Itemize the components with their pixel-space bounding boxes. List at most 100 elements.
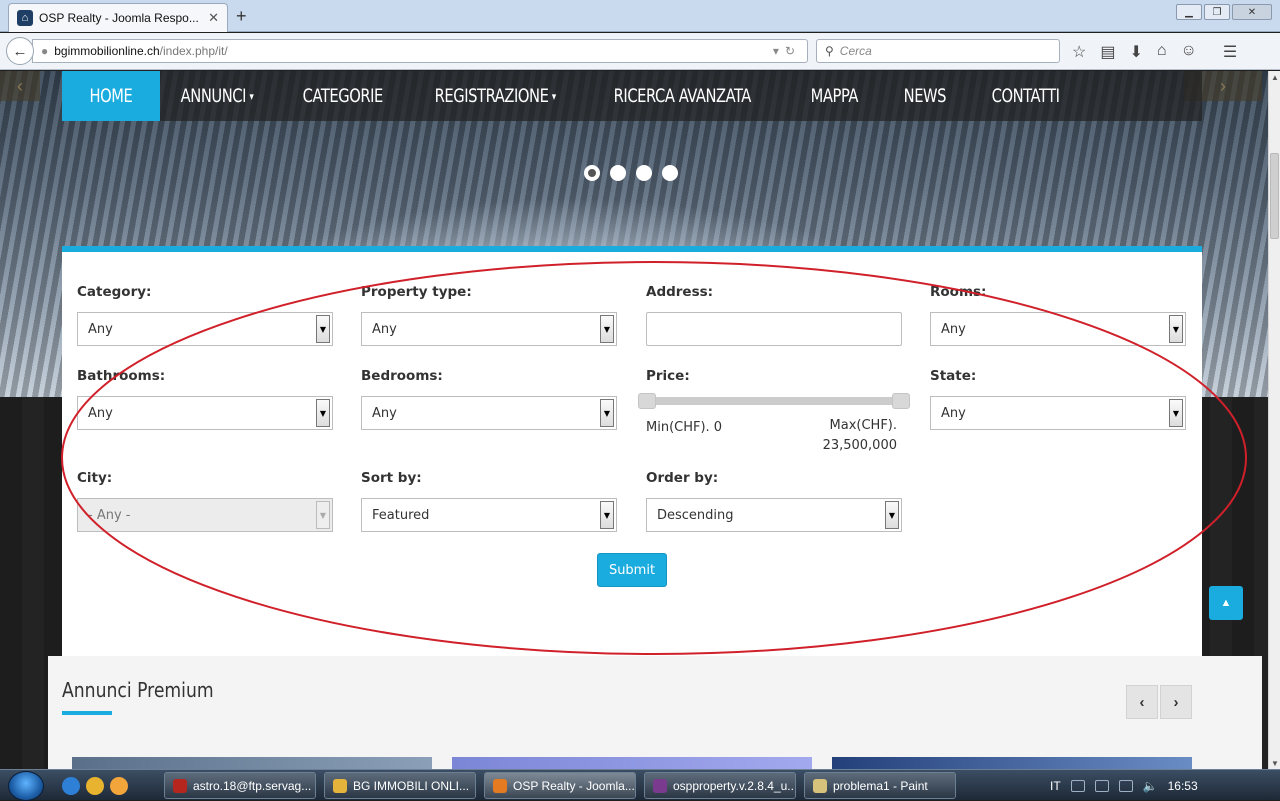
browser-tab[interactable]: ⌂ OSP Realty - Joomla Respo... ✕: [8, 3, 228, 32]
bedrooms-select[interactable]: Any ▼: [361, 396, 617, 430]
search-panel: Category: Any ▼ Property type: Any ▼ Add…: [62, 246, 1202, 656]
menu-item-news[interactable]: NEWS: [883, 71, 967, 121]
taskbar: astro.18@ftp.servag... BG IMMOBILI ONLI.…: [0, 769, 1280, 801]
listing-thumbnail[interactable]: [832, 757, 1192, 769]
taskbar-item-chrome[interactable]: BG IMMOBILI ONLI...: [324, 772, 476, 799]
menu-item-annunci[interactable]: ANNUNCI ▾: [160, 71, 274, 121]
chevron-down-icon: ▼: [600, 315, 614, 343]
city-select: - Any - ▼: [77, 498, 333, 532]
language-indicator[interactable]: IT: [1050, 779, 1061, 793]
price-slider-max-handle[interactable]: [892, 393, 910, 409]
property-type-select[interactable]: Any ▼: [361, 312, 617, 346]
menu-item-categorie[interactable]: CATEGORIE: [282, 71, 404, 121]
carousel-next-button[interactable]: ›: [1160, 685, 1192, 719]
taskbar-item-firefox[interactable]: OSP Realty - Joomla...: [484, 772, 636, 799]
new-tab-icon[interactable]: +: [236, 6, 247, 27]
ie-icon[interactable]: [62, 777, 80, 795]
site-favicon-icon: ⌂: [17, 10, 33, 26]
submit-button[interactable]: Submit: [597, 553, 667, 587]
chevron-down-icon: ▼: [1169, 399, 1183, 427]
chat-icon[interactable]: ☺: [1181, 42, 1197, 62]
main-menu: HOME ANNUNCI ▾ CATEGORIE REGISTRAZIONE ▾ R…: [62, 71, 1202, 121]
globe-icon: ●: [41, 44, 49, 58]
chevron-down-icon: ▼: [885, 501, 899, 529]
category-label: Category:: [77, 284, 152, 300]
tray-app-icon[interactable]: [1094, 779, 1109, 792]
price-slider-track[interactable]: [638, 397, 902, 405]
order-by-label: Order by:: [646, 470, 719, 486]
volume-icon[interactable]: 🔈: [1143, 779, 1158, 793]
bookmark-star-icon[interactable]: ☆: [1072, 42, 1086, 62]
chevron-down-icon: ▼: [316, 315, 330, 343]
scroll-to-top-button[interactable]: ▲: [1209, 586, 1243, 620]
state-select[interactable]: Any ▼: [930, 396, 1186, 430]
rooms-select[interactable]: Any ▼: [930, 312, 1186, 346]
bedrooms-label: Bedrooms:: [361, 368, 443, 384]
close-tab-icon[interactable]: ✕: [208, 10, 219, 26]
price-max-text: Max(CHF). 23,500,000: [822, 418, 897, 453]
restore-icon[interactable]: ❐: [1204, 4, 1230, 20]
scrollbar-thumb[interactable]: [1270, 153, 1279, 239]
menu-item-ricerca-avanzata[interactable]: RICERCA AVANZATA: [593, 71, 772, 121]
sort-by-select[interactable]: Featured ▼: [361, 498, 617, 532]
slider-dot[interactable]: [610, 165, 626, 181]
section-underline: [62, 711, 112, 715]
slider-dot[interactable]: [662, 165, 678, 181]
browser-tab-bar: ⌂ OSP Realty - Joomla Respo... ✕ + ▁ ❐ ✕: [0, 0, 1280, 32]
chevron-down-icon: ▼: [600, 399, 614, 427]
menu-icon[interactable]: ☰: [1223, 42, 1237, 62]
sort-by-label: Sort by:: [361, 470, 422, 486]
home-icon[interactable]: ⌂: [1157, 42, 1167, 62]
price-min-text: Min(CHF). 0: [646, 420, 723, 435]
menu-item-mappa[interactable]: MAPPA: [790, 71, 879, 121]
menu-item-registrazione[interactable]: REGISTRAZIONE ▾: [414, 71, 576, 121]
firefox-icon[interactable]: [110, 777, 128, 795]
chrome-icon[interactable]: [86, 777, 104, 795]
city-label: City:: [77, 470, 113, 486]
slider-dot[interactable]: [636, 165, 652, 181]
taskbar-item-paint[interactable]: problema1 - Paint: [804, 772, 956, 799]
clock[interactable]: 16:53: [1168, 779, 1198, 793]
search-input[interactable]: ⚲ Cerca: [816, 39, 1060, 63]
url-tools-icon[interactable]: ▾↻: [773, 44, 801, 58]
reading-list-icon[interactable]: ▤: [1100, 42, 1115, 62]
url-bar[interactable]: ● bgimmobilionline.ch/index.php/it/ ▾↻: [32, 39, 808, 63]
address-label: Address:: [646, 284, 714, 300]
taskbar-item-filezilla[interactable]: astro.18@ftp.servag...: [164, 772, 316, 799]
taskbar-item-winrar[interactable]: ospproperty.v.2.8.4_u...: [644, 772, 796, 799]
keyboard-icon[interactable]: [1070, 779, 1085, 792]
system-tray: IT 🔈 16:53: [1050, 770, 1198, 801]
scroll-down-icon[interactable]: ▼: [1269, 757, 1280, 769]
archive-icon: [653, 778, 667, 793]
web-page: ‹ › HOME ANNUNCI ▾ CATEGORIE REGISTRAZION…: [0, 71, 1268, 769]
category-select[interactable]: Any ▼: [77, 312, 333, 346]
slider-prev-button[interactable]: ‹: [0, 71, 40, 101]
menu-item-home[interactable]: HOME: [62, 71, 160, 121]
listing-thumbnail[interactable]: [72, 757, 432, 769]
address-input[interactable]: [646, 312, 902, 346]
network-icon[interactable]: [1118, 779, 1133, 792]
download-icon[interactable]: ⬇: [1129, 42, 1142, 62]
slider-dots: [584, 165, 678, 181]
price-slider-min-handle[interactable]: [638, 393, 656, 409]
rooms-label: Rooms:: [930, 284, 987, 300]
search-icon: ⚲: [825, 44, 834, 58]
bathrooms-select[interactable]: Any ▼: [77, 396, 333, 430]
back-button[interactable]: ←: [6, 37, 34, 65]
minimize-icon[interactable]: ▁: [1176, 4, 1202, 20]
search-placeholder: Cerca: [839, 44, 872, 58]
carousel-prev-button[interactable]: ‹: [1126, 685, 1158, 719]
order-by-select[interactable]: Descending ▼: [646, 498, 902, 532]
premium-section: Annunci Premium ‹ ›: [48, 656, 1262, 769]
close-window-icon[interactable]: ✕: [1232, 4, 1272, 20]
vertical-scrollbar[interactable]: ▲ ▼: [1268, 71, 1280, 769]
state-label: State:: [930, 368, 977, 384]
url-host: bgimmobilionline.ch: [54, 44, 160, 58]
slider-dot[interactable]: [584, 165, 600, 181]
listing-thumbnail[interactable]: [452, 757, 812, 769]
scroll-up-icon[interactable]: ▲: [1269, 71, 1280, 83]
menu-item-contatti[interactable]: CONTATTI: [971, 71, 1080, 121]
start-button[interactable]: [8, 771, 44, 801]
chrome-icon: [333, 778, 347, 793]
section-title: Annunci Premium: [62, 678, 214, 702]
